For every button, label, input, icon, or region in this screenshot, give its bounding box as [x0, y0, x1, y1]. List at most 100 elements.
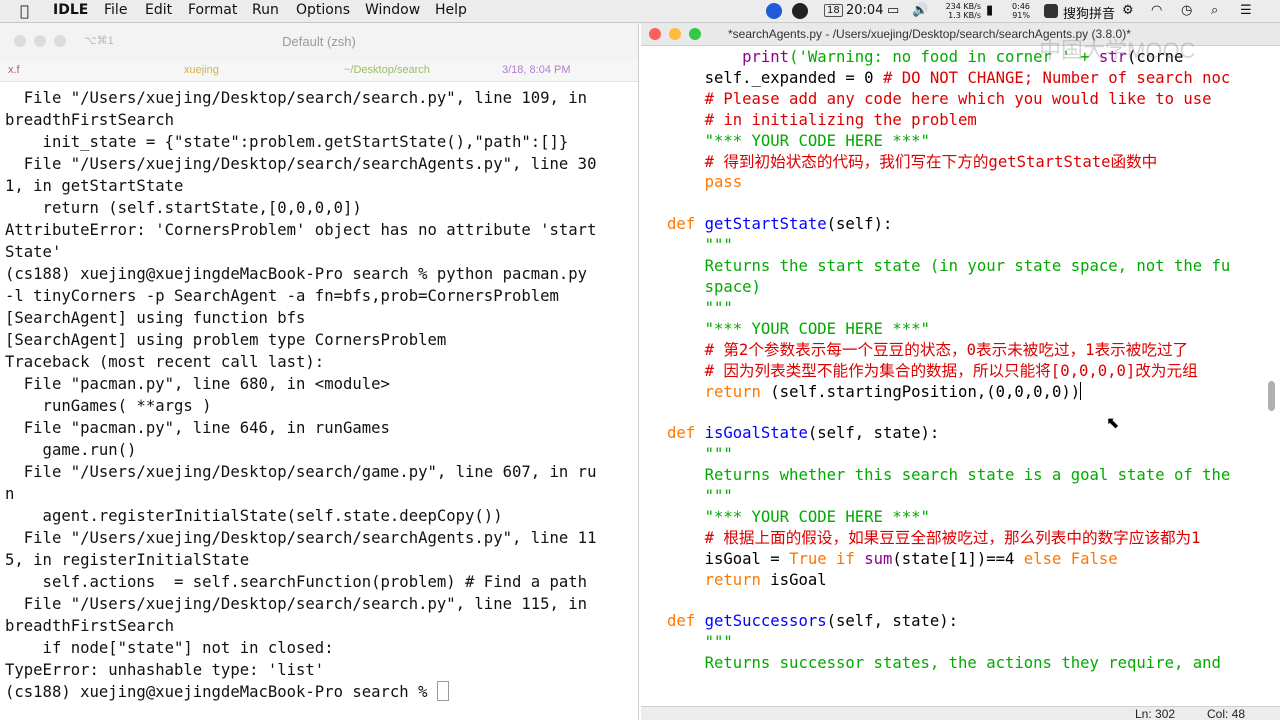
code-line: # 因为列表类型不能作为集合的数据，所以只能将[0,0,0,0]改为元组	[704, 361, 1198, 380]
tab-time[interactable]: 3/18, 8:04 PM	[502, 64, 571, 76]
menu-run[interactable]: Run	[252, 2, 279, 18]
terminal-line: -l tinyCorners -p SearchAgent -a fn=bfs,…	[5, 287, 559, 305]
battery-percent: 91%	[1012, 11, 1030, 20]
code-line: """	[704, 298, 733, 317]
sogou-icon[interactable]	[1044, 4, 1058, 18]
terminal-line: [SearchAgent] using problem type Corners…	[5, 331, 447, 349]
code-line: """	[704, 487, 733, 506]
terminal-line: breadthFirstSearch	[5, 111, 174, 129]
terminal-output[interactable]: File "/Users/xuejing/Desktop/search/sear…	[5, 87, 596, 703]
terminal-title: Default (zsh)	[282, 34, 356, 49]
battery-icon[interactable]: ▮	[986, 3, 993, 18]
volume-icon[interactable]: 🔊	[912, 3, 928, 18]
record-icon[interactable]	[792, 3, 808, 19]
terminal-line: game.run()	[5, 441, 137, 459]
terminal-line: File "/Users/xuejing/Desktop/search/sear…	[5, 155, 597, 173]
code-line: isGoal = True if sum(state[1])==4 else F…	[704, 549, 1118, 568]
code-line: Returns successor states, the actions th…	[704, 654, 1221, 673]
battery-time: 0:46	[1012, 2, 1030, 11]
code-line: """	[704, 236, 733, 255]
code-line: "*** YOUR CODE HERE ***"	[704, 319, 930, 338]
code-line: return (self.startingPosition,(0,0,0,0))	[704, 381, 1082, 401]
network-up: 234 KB/s	[945, 2, 981, 11]
calendar-icon[interactable]: 18	[824, 4, 843, 17]
terminal-line: if node["state"] not in closed:	[5, 639, 334, 657]
code-line: def getStartState(self):	[667, 215, 893, 234]
code-line: """	[704, 633, 733, 652]
clock-icon[interactable]: ◷	[1181, 3, 1192, 18]
editor-scrollbar-thumb[interactable]	[1268, 381, 1275, 411]
menu-edit[interactable]: Edit	[145, 2, 172, 18]
code-line: Returns whether this search state is a g…	[704, 466, 1231, 485]
menu-file[interactable]: File	[104, 2, 127, 18]
bluetooth-icon[interactable]	[766, 3, 782, 19]
vpn-icon[interactable]: ⚙	[1122, 3, 1134, 18]
mouse-pointer-icon: ⬉	[1106, 415, 1120, 432]
terminal-line: self.actions = self.searchFunction(probl…	[5, 573, 588, 591]
code-line: "*** YOUR CODE HERE ***"	[704, 131, 930, 150]
code-line: Returns the start state (in your state s…	[704, 257, 1231, 276]
menu-bar:  IDLE File Edit Format Run Options Wind…	[0, 0, 1280, 23]
code-line: # 第2个参数表示每一个豆豆的状态，0表示未被吃过，1表示被吃过了	[704, 340, 1189, 359]
code-line: # 根据上面的假设，如果豆豆全部被吃过，那么列表中的数字应该都为1	[704, 528, 1201, 547]
code-line: space)	[704, 277, 761, 296]
terminal-line: (cs188) xuejing@xuejingdeMacBook-Pro sea…	[5, 265, 588, 283]
terminal-line: State'	[5, 243, 62, 261]
code-text-area[interactable]: print('Warning: no food in corner ' + st…	[667, 47, 1230, 674]
wifi-icon[interactable]: ◠	[1151, 3, 1162, 18]
terminal-line: 5, in registerInitialState	[5, 551, 250, 569]
apple-icon[interactable]: 	[20, 2, 29, 20]
terminal-titlebar: ⌥⌘1 Default (zsh)	[0, 23, 638, 61]
terminal-line: init_state = {"state":problem.getStartSt…	[5, 133, 569, 151]
menu-format[interactable]: Format	[188, 2, 237, 18]
code-line: # Please add any code here which you wou…	[704, 89, 1212, 108]
terminal-line: [SearchAgent] using function bfs	[5, 309, 306, 327]
status-line: Ln: 302	[1135, 707, 1176, 720]
code-line: # 得到初始状态的代码，我们写在下方的getStartState函数中	[704, 152, 1158, 171]
terminal-prompt: (cs188) xuejing@xuejingdeMacBook-Pro sea…	[5, 683, 437, 701]
terminal-line: File "/Users/xuejing/Desktop/search/sear…	[5, 529, 597, 547]
editor-close-button[interactable]	[649, 28, 661, 40]
code-line: def isGoalState(self, state):	[667, 424, 940, 443]
ime-label[interactable]: 搜狗拼音	[1063, 3, 1115, 22]
menu-clock[interactable]: 20:04	[846, 3, 883, 18]
mooc-watermark: 中国大学MOOC	[1039, 38, 1196, 63]
terminal-line: n	[5, 485, 15, 503]
terminal-line: AttributeError: 'CornersProblem' object …	[5, 221, 597, 239]
terminal-line: File "/Users/xuejing/Desktop/search/sear…	[5, 595, 588, 613]
idle-editor-window: *searchAgents.py - /Users/xuejing/Deskto…	[641, 23, 1280, 720]
code-line: def getSuccessors(self, state):	[667, 612, 959, 631]
code-line: "*** YOUR CODE HERE ***"	[704, 507, 930, 526]
terminal-line: File "/Users/xuejing/Desktop/search/game…	[5, 463, 597, 481]
code-line: self._expanded = 0 # DO NOT CHANGE; Numb…	[704, 68, 1231, 87]
status-column: Col: 48	[1207, 707, 1246, 720]
tab-user[interactable]: xuejing	[184, 64, 219, 76]
menu-window[interactable]: Window	[365, 2, 420, 18]
terminal-window: ⌥⌘1 Default (zsh) x.f xuejing ~/Desktop/…	[0, 23, 639, 720]
code-line: pass	[704, 173, 743, 192]
menu-help[interactable]: Help	[435, 2, 467, 18]
menu-options[interactable]: Options	[296, 2, 350, 18]
terminal-line: runGames( **args )	[5, 397, 212, 415]
control-center-icon[interactable]: ☰	[1240, 3, 1252, 18]
editor-zoom-button[interactable]	[689, 28, 701, 40]
terminal-line: breadthFirstSearch	[5, 617, 174, 635]
terminal-cursor	[436, 681, 449, 701]
editor-minimize-button[interactable]	[669, 28, 681, 40]
menu-app-name[interactable]: IDLE	[53, 2, 88, 18]
terminal-line: return (self.startState,[0,0,0,0])	[5, 199, 362, 217]
code-line: """	[704, 445, 733, 464]
code-line: return isGoal	[704, 570, 827, 589]
terminal-line: File "/Users/xuejing/Desktop/search/sear…	[5, 89, 588, 107]
editor-status-bar: Ln: 302 Col: 48	[641, 706, 1280, 720]
search-icon[interactable]: ⌕	[1211, 3, 1218, 18]
tab-file[interactable]: x.f	[8, 64, 20, 76]
tab-path[interactable]: ~/Desktop/search	[344, 64, 430, 76]
code-line: # in initializing the problem	[704, 110, 977, 129]
terminal-line: File "pacman.py", line 680, in <module>	[5, 375, 390, 393]
terminal-info-bar: x.f xuejing ~/Desktop/search 3/18, 8:04 …	[0, 61, 638, 82]
display-icon[interactable]: ▭	[887, 3, 899, 18]
network-down: 1.3 KB/s	[948, 11, 981, 20]
text-caret	[1080, 381, 1082, 400]
terminal-line: TypeError: unhashable type: 'list'	[5, 661, 325, 679]
